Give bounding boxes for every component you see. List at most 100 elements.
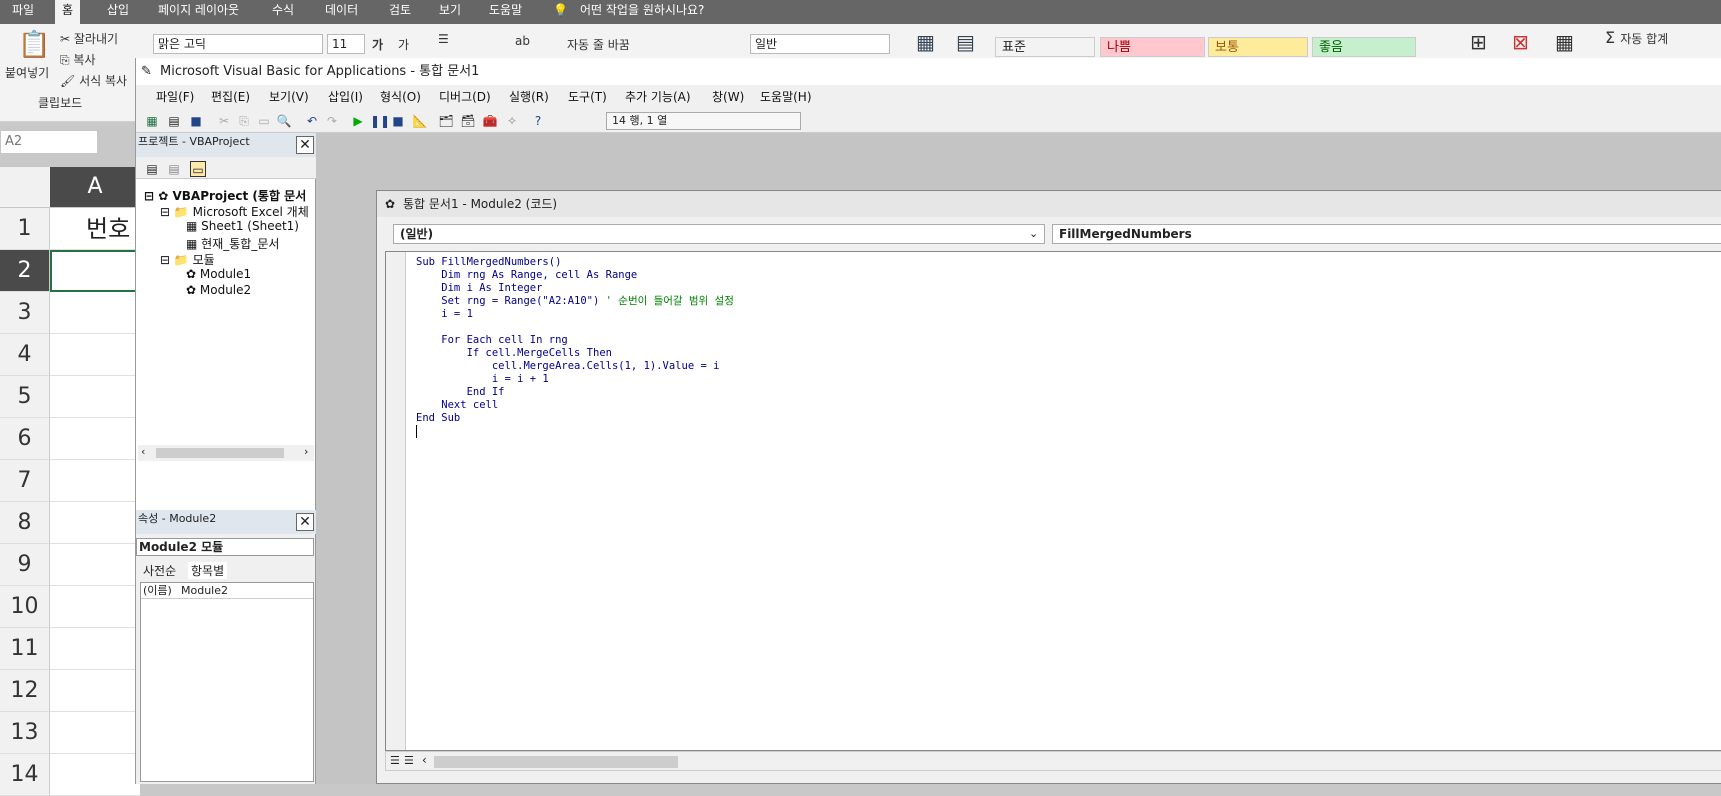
project-explorer-icon[interactable]: 🗂	[438, 113, 454, 129]
procedure-combo[interactable]: FillMergedNumbers	[1052, 224, 1721, 244]
cell-a3[interactable]	[50, 292, 140, 334]
menu-help[interactable]: 도움말(H)	[760, 88, 812, 105]
tab-data[interactable]: 데이터	[325, 0, 358, 24]
tree-workbook[interactable]: ▦ 현재_통합_문서	[186, 235, 279, 252]
cell-a4[interactable]	[50, 334, 140, 376]
cut-icon[interactable]: ✂	[216, 113, 232, 129]
excel-view-icon[interactable]: ▦	[144, 113, 160, 129]
redo-icon[interactable]: ↷	[324, 113, 340, 129]
tree-root[interactable]: ⊟ ✿ VBAProject (통합 문서	[144, 187, 306, 204]
property-value[interactable]: Module2	[181, 583, 228, 598]
row-header[interactable]: 12	[0, 670, 50, 712]
close-icon[interactable]: ✕	[296, 136, 314, 154]
cell-a12[interactable]	[50, 670, 140, 712]
view-object-icon[interactable]: ▤	[166, 161, 182, 177]
tab-home[interactable]: 홈	[55, 0, 81, 24]
font-name-select[interactable]: 맑은 고딕	[153, 34, 323, 54]
insert-module-icon[interactable]: ▤	[166, 113, 182, 129]
autosum-button[interactable]: Σ 자동 합계	[1605, 28, 1668, 47]
tab-formulas[interactable]: 수식	[272, 0, 294, 24]
scroll-thumb[interactable]	[156, 448, 284, 458]
menu-tools[interactable]: 도구(T)	[568, 88, 607, 105]
design-mode-icon[interactable]: 📐	[412, 113, 428, 129]
paste-icon-vbe[interactable]: ▭	[256, 113, 272, 129]
copy-button[interactable]: ⎘ 복사	[60, 51, 96, 68]
row-header[interactable]: 11	[0, 628, 50, 670]
row-header[interactable]: 7	[0, 460, 50, 502]
font-grow-icon[interactable]: 가	[372, 36, 383, 53]
tree-module2[interactable]: ✿ Module2	[186, 283, 251, 297]
tree-sheet1[interactable]: ▦ Sheet1 (Sheet1)	[186, 219, 299, 233]
reset-icon[interactable]: ■	[390, 113, 406, 129]
menu-view[interactable]: 보기(V)	[269, 88, 309, 105]
cell-a7[interactable]	[50, 460, 140, 502]
menu-file[interactable]: 파일(F)	[156, 88, 194, 105]
pause-icon[interactable]: ❚❚	[370, 113, 390, 129]
cell-a2[interactable]	[50, 250, 140, 292]
menu-run[interactable]: 실행(R)	[509, 88, 549, 105]
row-header[interactable]: 5	[0, 376, 50, 418]
tab-insert[interactable]: 삽입	[107, 0, 129, 24]
row-header[interactable]: 9	[0, 544, 50, 586]
copy-icon[interactable]: ⎘	[236, 113, 252, 129]
row-header[interactable]: 1	[0, 208, 50, 250]
row-header[interactable]: 13	[0, 712, 50, 754]
toolbox-icon[interactable]: ✧	[504, 113, 520, 129]
cell-a11[interactable]	[50, 628, 140, 670]
full-module-view-icon[interactable]: ☰	[404, 754, 414, 767]
row-header[interactable]: 4	[0, 334, 50, 376]
row-header[interactable]: 2	[0, 250, 50, 292]
scroll-right-icon[interactable]: ›	[304, 445, 308, 458]
property-row-name[interactable]: (이름) Module2	[141, 583, 313, 599]
row-header[interactable]: 6	[0, 418, 50, 460]
tree-modules-folder[interactable]: ⊟ 📁 모듈	[160, 251, 215, 268]
font-size-select[interactable]: 11	[327, 34, 365, 54]
cell-a8[interactable]	[50, 502, 140, 544]
tab-page-layout[interactable]: 페이지 레이아웃	[158, 0, 239, 24]
paste-button[interactable]: 붙여넣기	[5, 64, 49, 81]
save-icon[interactable]: ■	[188, 113, 204, 129]
select-all-corner[interactable]	[0, 167, 50, 207]
menu-debug[interactable]: 디버그(D)	[439, 88, 491, 105]
format-painter-button[interactable]: 🖌 서식 복사	[60, 72, 127, 89]
object-combo[interactable]: (일반)	[393, 224, 1045, 244]
orientation-icon[interactable]: ab	[515, 34, 530, 48]
cell-a10[interactable]	[50, 586, 140, 628]
scroll-left-icon[interactable]: ‹	[422, 753, 427, 767]
style-good[interactable]: 좋음	[1312, 37, 1416, 57]
delete-cells-icon[interactable]: ⊠	[1512, 30, 1529, 54]
properties-object-select[interactable]: Module2 모듈	[136, 538, 314, 556]
tell-me-search[interactable]: 어떤 작업을 원하시나요?	[580, 0, 704, 24]
row-header[interactable]: 8	[0, 502, 50, 544]
cell-a1[interactable]: 번호	[50, 208, 140, 250]
row-header[interactable]: 3	[0, 292, 50, 334]
menu-window[interactable]: 창(W)	[712, 88, 744, 105]
conditional-format-icon[interactable]: ▦	[916, 30, 935, 54]
code-hscroll[interactable]: ☰ ☰ ‹	[385, 751, 1721, 771]
scroll-left-icon[interactable]: ‹	[141, 445, 145, 458]
align-icon[interactable]: ☰	[438, 32, 449, 46]
cell-a9[interactable]	[50, 544, 140, 586]
menu-edit[interactable]: 편집(E)	[211, 88, 250, 105]
cell-a6[interactable]	[50, 418, 140, 460]
style-bad[interactable]: 나쁨	[1100, 37, 1205, 57]
font-shrink-icon[interactable]: 가	[398, 36, 409, 53]
undo-icon[interactable]: ↶	[304, 113, 320, 129]
table-format-icon[interactable]: ▤	[956, 30, 975, 54]
wrap-text-button[interactable]: 자동 줄 바꿈	[567, 36, 630, 53]
properties-window-icon[interactable]: 🗃	[460, 113, 476, 129]
insert-cells-icon[interactable]: ⊞	[1470, 30, 1487, 54]
tab-view[interactable]: 보기	[439, 0, 461, 24]
row-header[interactable]: 14	[0, 754, 50, 796]
code-editor[interactable]: Sub FillMergedNumbers() Dim rng As Range…	[385, 251, 1721, 751]
close-icon[interactable]: ✕	[296, 513, 314, 531]
row-header[interactable]: 10	[0, 586, 50, 628]
tree-excel-objects[interactable]: ⊟ 📁 Microsoft Excel 개체	[160, 203, 309, 220]
paste-icon[interactable]: 📋	[18, 30, 50, 60]
menu-format[interactable]: 형식(O)	[380, 88, 421, 105]
cell-a13[interactable]	[50, 712, 140, 754]
project-hscroll[interactable]: ‹ ›	[138, 445, 314, 461]
menu-insert[interactable]: 삽입(I)	[328, 88, 363, 105]
object-browser-icon[interactable]: 🧰	[482, 113, 498, 129]
scroll-thumb[interactable]	[434, 756, 678, 768]
